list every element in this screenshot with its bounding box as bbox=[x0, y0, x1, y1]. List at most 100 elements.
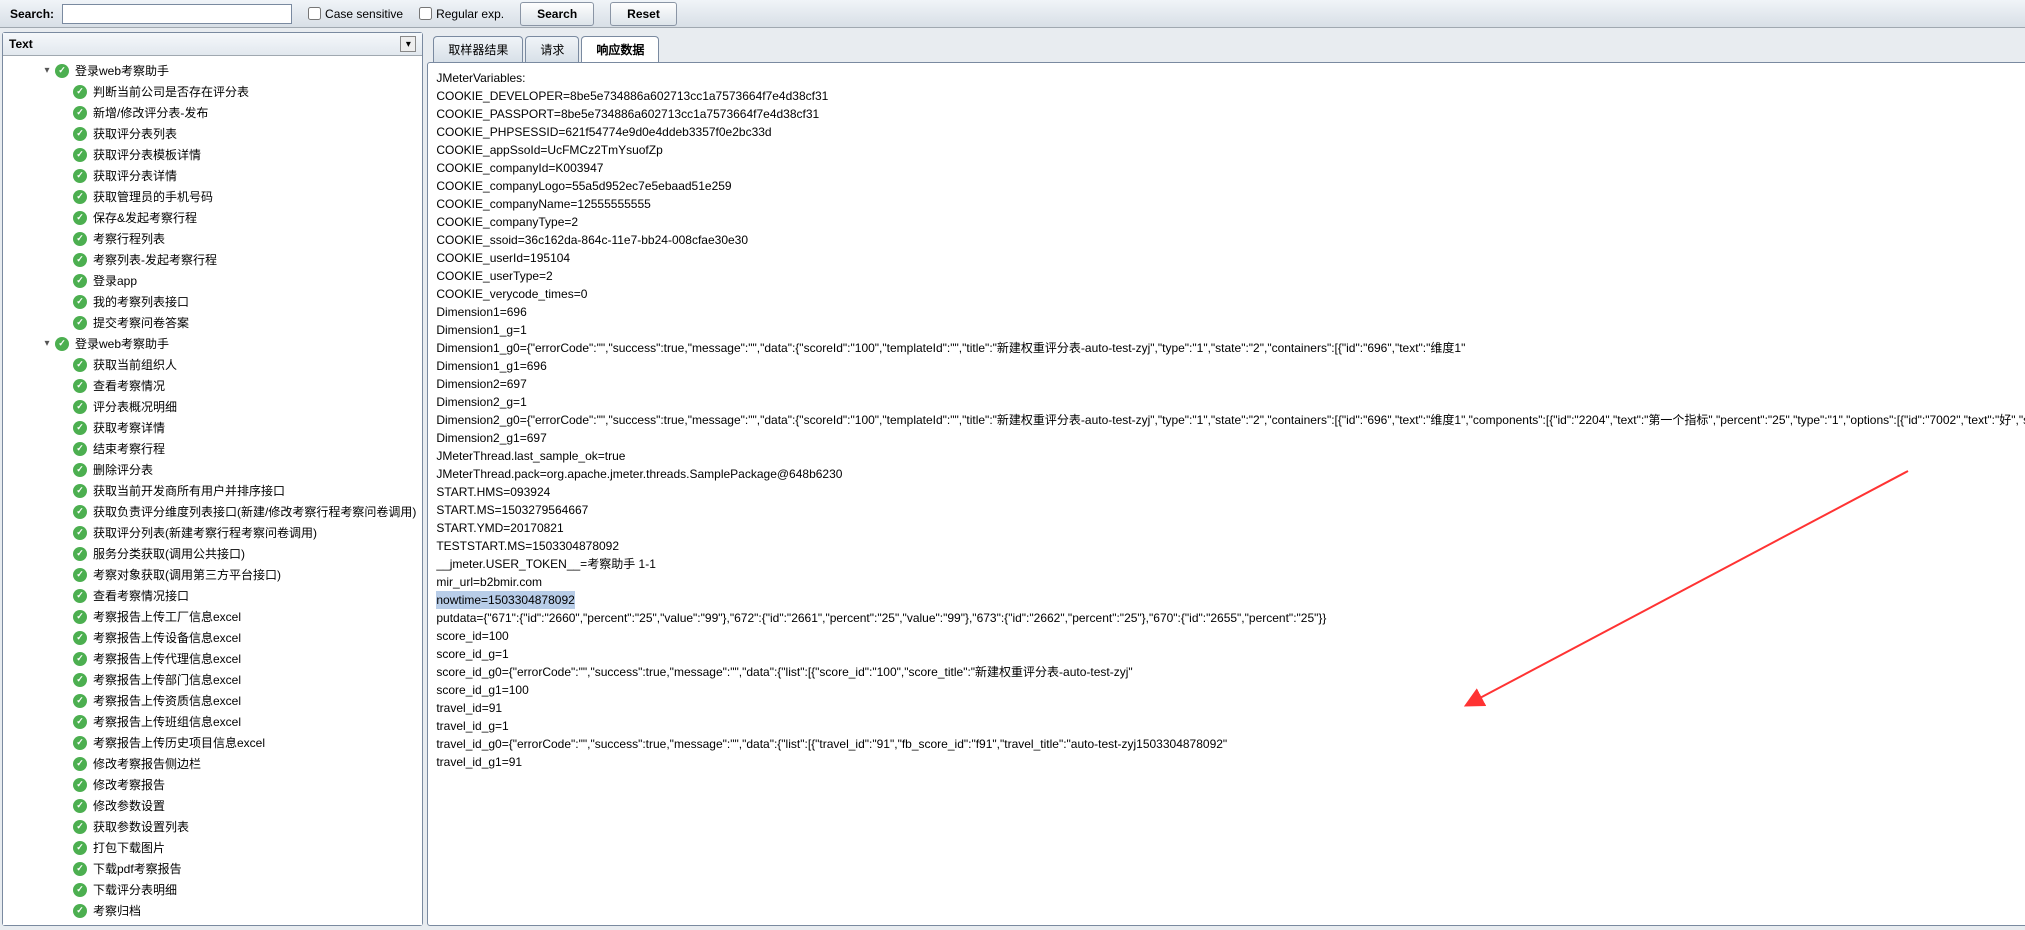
tree-spacer bbox=[59, 170, 71, 182]
response-line: travel_id_g0={"errorCode":"","success":t… bbox=[436, 735, 2025, 753]
tree-item[interactable]: 打包下载图片 bbox=[3, 837, 422, 858]
success-icon bbox=[73, 274, 87, 288]
tree-item-label: 考察归档 bbox=[91, 901, 143, 920]
tree-item[interactable]: 获取当前组织人 bbox=[3, 354, 422, 375]
tree-item[interactable]: 获取参数设置列表 bbox=[3, 816, 422, 837]
tree-item-label: 考察行程列表 bbox=[91, 229, 167, 248]
tree-item-label: 登录web考察助手 bbox=[73, 61, 171, 80]
tree-item-label: 下载评分表明细 bbox=[91, 880, 179, 899]
tree-item[interactable]: 修改参数设置 bbox=[3, 795, 422, 816]
case-sensitive-checkbox[interactable] bbox=[308, 7, 321, 20]
tree-spacer bbox=[59, 569, 71, 581]
tree-item-label: 获取参数设置列表 bbox=[91, 817, 191, 836]
tree-item[interactable]: 提交考察问卷答案 bbox=[3, 312, 422, 333]
tree-item[interactable]: 下载评分表明细 bbox=[3, 879, 422, 900]
tree-item[interactable]: 查看考察情况 bbox=[3, 375, 422, 396]
tree-item[interactable]: 获取评分表列表 bbox=[3, 123, 422, 144]
success-icon bbox=[73, 484, 87, 498]
response-line: Dimension2_g1=697 bbox=[436, 429, 2025, 447]
response-content[interactable]: JMeterVariables:COOKIE_DEVELOPER=8be5e73… bbox=[427, 62, 2025, 926]
tree-item[interactable]: 考察报告上传工厂信息excel bbox=[3, 606, 422, 627]
tree-item-label: 获取评分列表(新建考察行程考察问卷调用) bbox=[91, 523, 319, 542]
tree-item[interactable]: 删除评分表 bbox=[3, 459, 422, 480]
tree-item[interactable]: 考察列表-发起考察行程 bbox=[3, 249, 422, 270]
tree-item-label: 登录app bbox=[91, 271, 139, 290]
expand-toggle-icon[interactable]: ▾ bbox=[41, 338, 53, 350]
tree-item[interactable]: 评分表概况明细 bbox=[3, 396, 422, 417]
tree-item[interactable]: 获取负责评分维度列表接口(新建/修改考察行程考察问卷调用) bbox=[3, 501, 422, 522]
tree-item[interactable]: 下载pdf考察报告 bbox=[3, 858, 422, 879]
tree-item[interactable]: 考察报告上传资质信息excel bbox=[3, 690, 422, 711]
success-icon bbox=[73, 253, 87, 267]
tree-item[interactable]: 考察报告上传班组信息excel bbox=[3, 711, 422, 732]
tree-item[interactable]: 考察报告上传代理信息excel bbox=[3, 648, 422, 669]
tree-item-label: 保存&发起考察行程 bbox=[91, 208, 199, 227]
tree-item-label: 考察报告上传资质信息excel bbox=[91, 691, 243, 710]
tree-item[interactable]: 保存&发起考察行程 bbox=[3, 207, 422, 228]
tree-spacer bbox=[59, 716, 71, 728]
tree-spacer bbox=[59, 674, 71, 686]
tree-item-label: 获取管理员的手机号码 bbox=[91, 187, 215, 206]
tree-item[interactable]: 查看考察情况接口 bbox=[3, 585, 422, 606]
tree-item[interactable]: ▾登录web考察助手 bbox=[3, 333, 422, 354]
response-line: score_id=100 bbox=[436, 627, 2025, 645]
tab-response-data[interactable]: 响应数据 bbox=[581, 36, 659, 62]
tree-item[interactable]: 获取评分表模板详情 bbox=[3, 144, 422, 165]
tree-spacer bbox=[59, 800, 71, 812]
tree-item[interactable]: 修改考察报告侧边栏 bbox=[3, 753, 422, 774]
tree-body[interactable]: ▾ 登录web考察助手判断当前公司是否存在评分表新增/修改评分表-发布获取评分表列… bbox=[3, 56, 422, 925]
tree-item[interactable]: 获取当前开发商所有用户并排序接口 bbox=[3, 480, 422, 501]
expand-toggle-icon[interactable]: ▾ bbox=[41, 65, 53, 77]
tab-sampler-result[interactable]: 取样器结果 bbox=[433, 36, 523, 62]
tree-item[interactable]: 考察报告上传部门信息excel bbox=[3, 669, 422, 690]
response-line: COOKIE_appSsoId=UcFMCz2TmYsuofZp bbox=[436, 141, 2025, 159]
success-icon bbox=[73, 694, 87, 708]
tree-item[interactable]: 登录app bbox=[3, 270, 422, 291]
tree-item-label: 考察报告上传历史项目信息excel bbox=[91, 733, 267, 752]
tree-item[interactable]: 考察报告上传设备信息excel bbox=[3, 627, 422, 648]
tree-item[interactable]: 获取评分列表(新建考察行程考察问卷调用) bbox=[3, 522, 422, 543]
response-line: JMeterThread.last_sample_ok=true bbox=[436, 447, 2025, 465]
tree-item[interactable]: 考察归档 bbox=[3, 900, 422, 921]
response-line: START.MS=1503279564667 bbox=[436, 501, 2025, 519]
tree-spacer bbox=[59, 128, 71, 140]
tree-spacer bbox=[59, 380, 71, 392]
main-split: Text ▾ ▾登录web考察助手判断当前公司是否存在评分表新增/修改评分表-发… bbox=[0, 28, 2025, 930]
regex-checkbox[interactable] bbox=[419, 7, 432, 20]
tree-item-label: 提交考察问卷答案 bbox=[91, 313, 191, 332]
tree-header-dropdown[interactable]: ▾ bbox=[400, 36, 416, 52]
search-label: Search: bbox=[10, 7, 54, 21]
tree-item[interactable]: 判断当前公司是否存在评分表 bbox=[3, 81, 422, 102]
tree-item-label: 查看考察情况接口 bbox=[91, 586, 191, 605]
success-icon bbox=[73, 736, 87, 750]
search-input[interactable] bbox=[62, 4, 292, 24]
tree-spacer bbox=[59, 191, 71, 203]
tree-item[interactable]: ▾ 登录web考察助手 bbox=[3, 60, 422, 81]
tree-spacer bbox=[59, 485, 71, 497]
tree-item[interactable]: 获取管理员的手机号码 bbox=[3, 186, 422, 207]
tree-item[interactable]: 服务分类获取(调用公共接口) bbox=[3, 543, 422, 564]
tree-item[interactable]: 获取评分表详情 bbox=[3, 165, 422, 186]
tree-item[interactable]: 修改考察报告 bbox=[3, 774, 422, 795]
tree-item[interactable]: 考察报告上传历史项目信息excel bbox=[3, 732, 422, 753]
tree-item[interactable]: 我的考察列表接口 bbox=[3, 291, 422, 312]
tree-item-label: 考察报告详情 bbox=[91, 922, 167, 925]
success-icon bbox=[73, 505, 87, 519]
tree-item[interactable]: 考察对象获取(调用第三方平台接口) bbox=[3, 564, 422, 585]
tree-item[interactable]: 考察行程列表 bbox=[3, 228, 422, 249]
tree-item[interactable]: 新增/修改评分表-发布 bbox=[3, 102, 422, 123]
tab-request[interactable]: 请求 bbox=[525, 36, 579, 62]
search-button[interactable]: Search bbox=[520, 2, 594, 26]
tree-spacer bbox=[59, 506, 71, 518]
tree-spacer bbox=[59, 821, 71, 833]
success-icon bbox=[55, 337, 69, 351]
search-toolbar: Search: Case sensitive Regular exp. Sear… bbox=[0, 0, 2025, 28]
reset-button[interactable]: Reset bbox=[610, 2, 677, 26]
response-line: COOKIE_ssoid=36c162da-864c-11e7-bb24-008… bbox=[436, 231, 2025, 249]
tree-item-label: 我的考察列表接口 bbox=[91, 292, 191, 311]
success-icon bbox=[73, 85, 87, 99]
tree-item[interactable]: 考察报告详情 bbox=[3, 921, 422, 925]
tree-item[interactable]: 获取考察详情 bbox=[3, 417, 422, 438]
tree-item[interactable]: 结束考察行程 bbox=[3, 438, 422, 459]
success-icon bbox=[73, 190, 87, 204]
